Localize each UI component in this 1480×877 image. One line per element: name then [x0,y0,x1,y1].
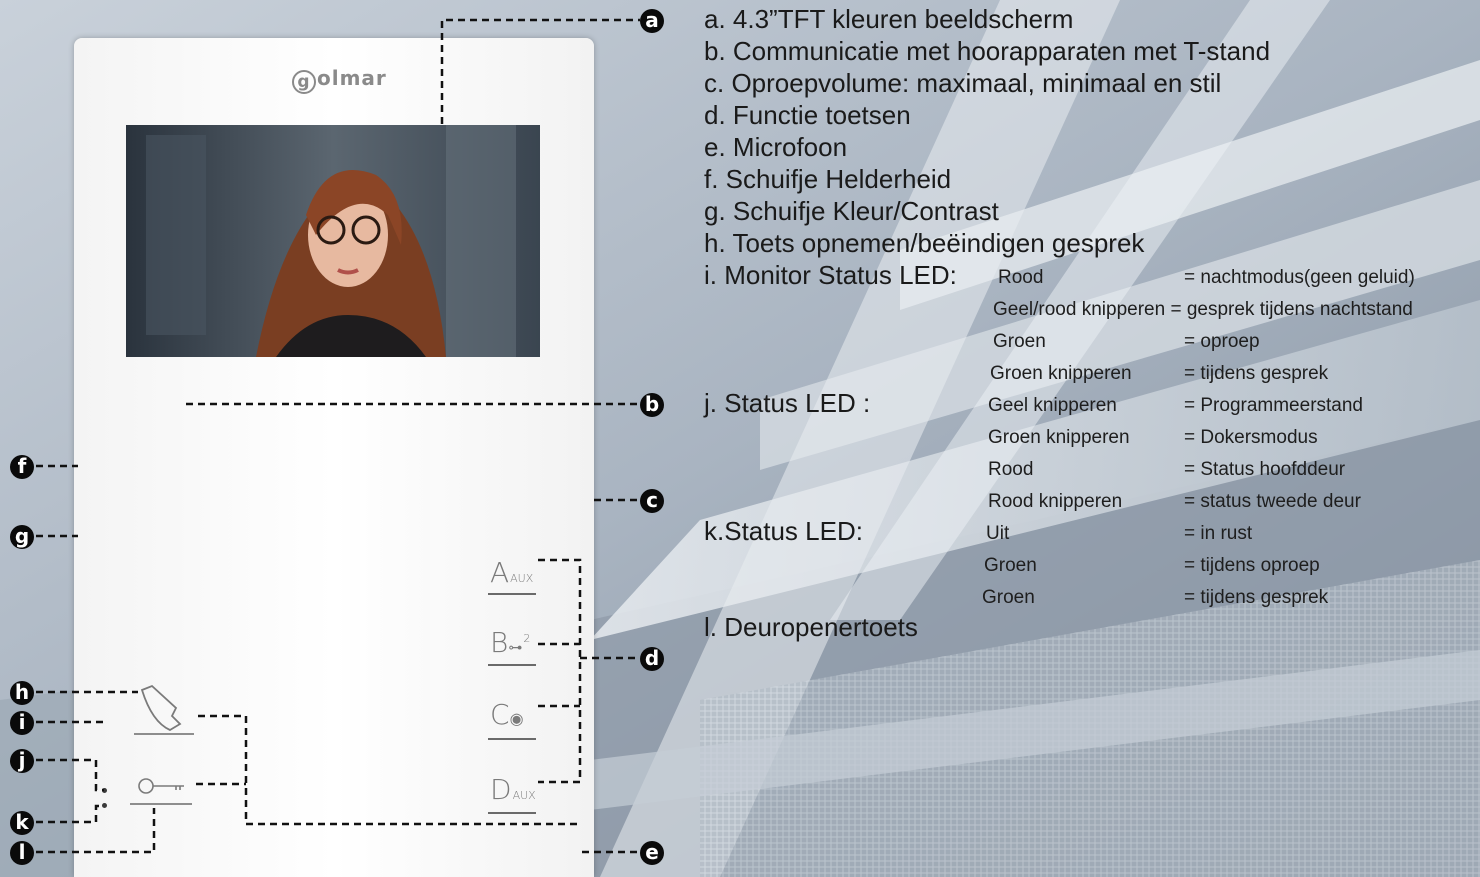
status-i-state-1: Geel/rood knipperen = gesprek tijdens na… [993,299,1413,320]
status-j-meaning-3: = Status hoofddeur [1184,459,1346,480]
status-i-meaning-2: = oproep [1184,331,1260,352]
status-j-state-4: Rood knipperen [988,491,1123,512]
status-j-state-0: Groen knipperen [990,363,1132,384]
marker-i: i [10,711,34,735]
status-k-state-2: Groen [982,587,1035,608]
marker-k: k [10,811,34,835]
label-f: f. Schuifje Helderheid [704,164,952,194]
label-d: d. Functie toetsen [704,100,911,130]
marker-d: d [640,647,664,671]
label-j: j. Status LED : [704,388,871,418]
status-k-meaning-1: = tijdens oproep [1184,555,1320,576]
label-e: e. Microfoon [704,132,848,162]
marker-h: h [10,681,34,705]
label-a: a. 4.3”TFT kleuren beeldscherm [704,4,1074,34]
label-i: i. Monitor Status LED: [704,260,957,290]
marker-c: c [640,489,664,513]
marker-j: j [10,749,34,773]
label-b: b. Communicatie met hoorapparaten met T-… [704,36,1271,66]
status-i-state-2: Groen [993,331,1046,352]
marker-b: b [640,393,664,417]
status-i-meaning-0: = nachtmodus(geen geluid) [1184,267,1415,288]
status-k-meaning-0: = in rust [1184,523,1253,544]
status-k-meaning-2: = tijdens gesprek [1184,587,1329,608]
marker-a: a [640,9,664,33]
status-j-state-1: Geel knipperen [988,395,1117,416]
label-c: c. Oproepvolume: maximaal, minimaal en s… [704,68,1222,98]
status-i-state-0: Rood [998,267,1044,288]
marker-l: l [10,841,34,865]
label-g: g. Schuifje Kleur/Contrast [704,196,999,226]
status-k-state-0: Uit [986,523,1010,544]
label-h: h. Toets opnemen/beëindigen gesprek [704,228,1145,258]
label-l: l. Deuropenertoets [704,612,918,642]
label-k: k.Status LED: [704,516,863,546]
marker-g: g [10,525,34,549]
status-j-state-2: Groen knipperen [988,427,1130,448]
status-j-meaning-0: = tijdens gesprek [1184,363,1329,384]
marker-f: f [10,455,34,479]
status-j-meaning-2: = Dokersmodus [1184,427,1318,448]
status-j-state-3: Rood [988,459,1034,480]
status-k-state-1: Groen [984,555,1037,576]
marker-e: e [640,841,664,865]
status-j-meaning-4: = status tweede deur [1184,491,1361,512]
status-j-meaning-1: = Programmeerstand [1184,395,1363,416]
